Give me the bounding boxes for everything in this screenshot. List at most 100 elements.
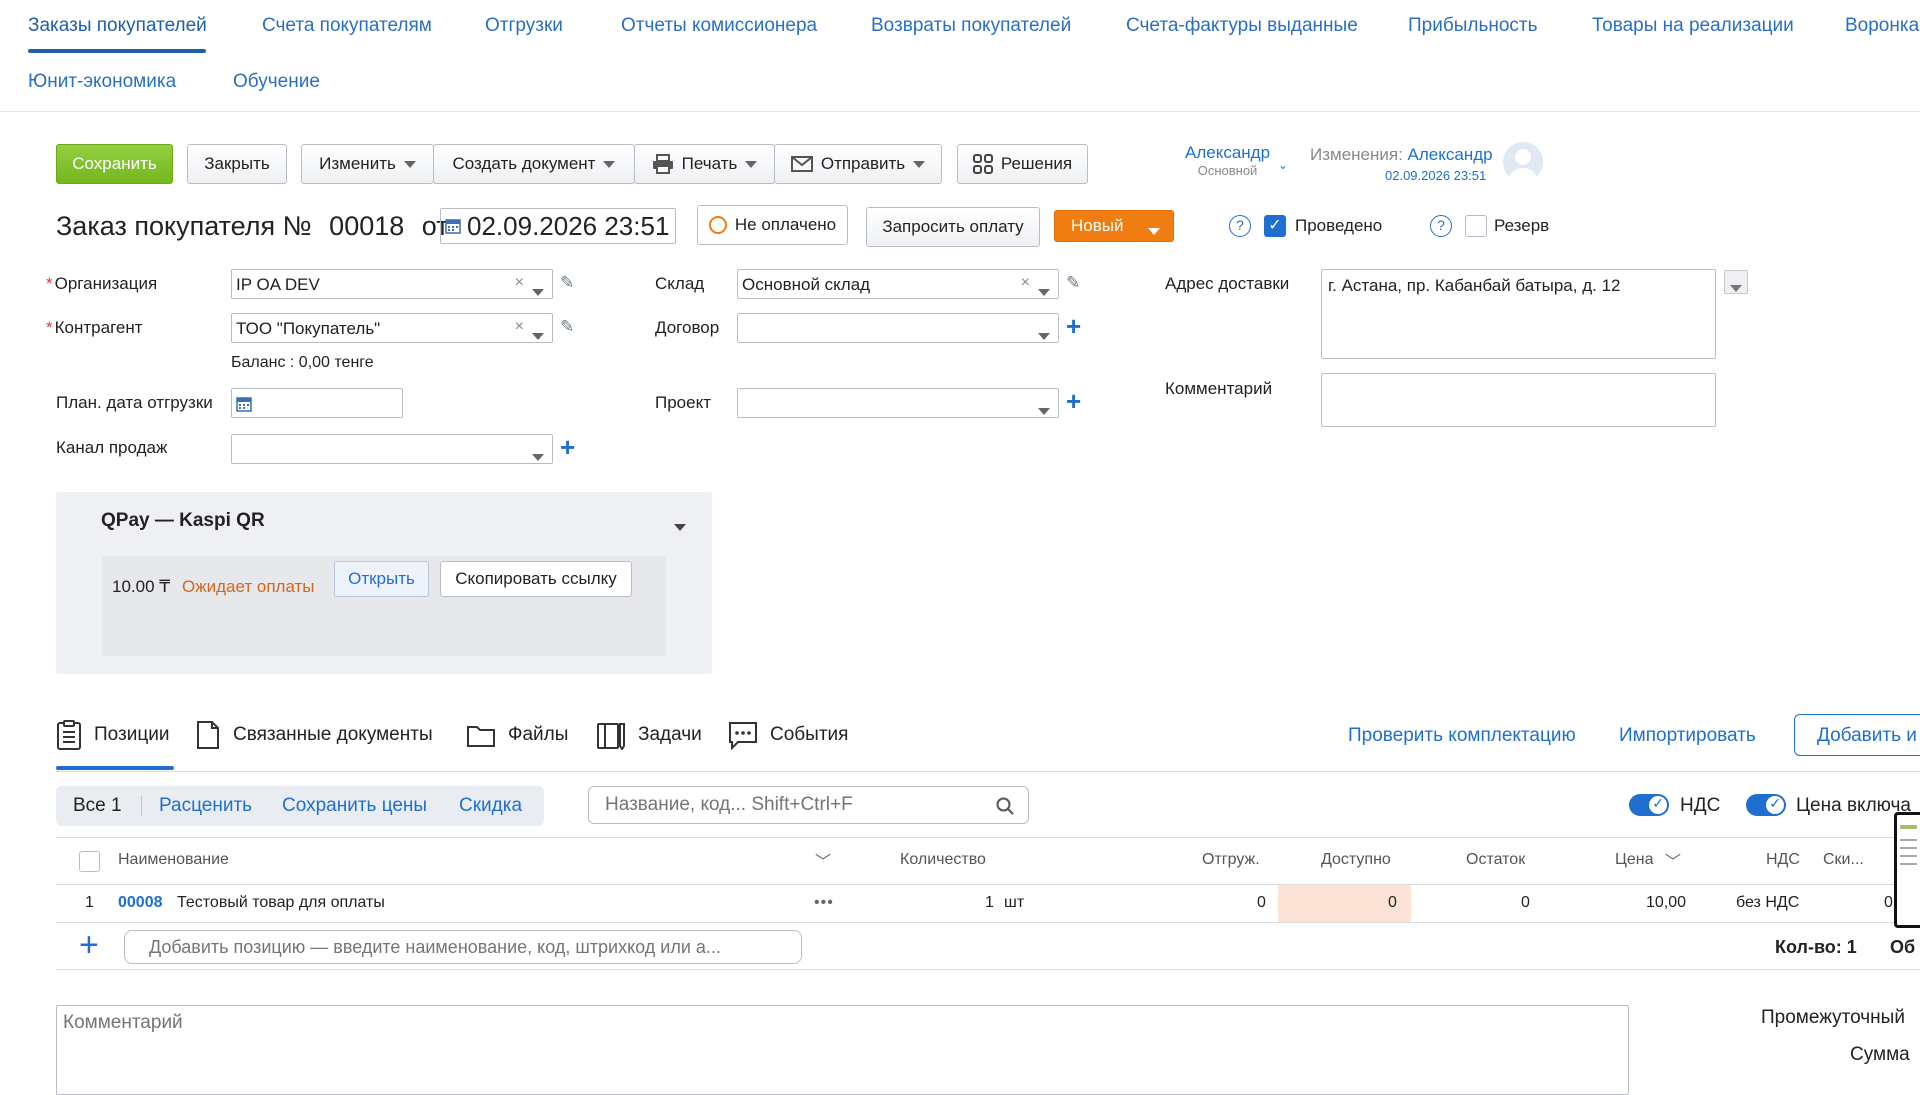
- chevron-down-icon[interactable]: [532, 325, 544, 342]
- reprice-link[interactable]: Расценить: [159, 795, 252, 817]
- calendar-icon[interactable]: [236, 396, 252, 412]
- nav-tab-customer-invoices[interactable]: Счета покупателям: [262, 15, 432, 37]
- clear-icon[interactable]: ×: [515, 318, 524, 336]
- send-button[interactable]: Отправить: [774, 144, 942, 184]
- counterparty-field[interactable]: ТОО "Покупатель" ×: [231, 313, 553, 343]
- changes-user-link[interactable]: Александр: [1408, 145, 1493, 164]
- chevron-down-icon[interactable]: [1148, 222, 1160, 240]
- reserve-checkbox[interactable]: [1465, 215, 1487, 237]
- add-sales-channel-icon[interactable]: +: [560, 434, 575, 460]
- help-icon[interactable]: ?: [1430, 215, 1452, 237]
- sales-channel-field[interactable]: [231, 434, 553, 464]
- add-item-button[interactable]: Добавить и: [1794, 714, 1920, 756]
- nav-tab-customer-returns[interactable]: Возвраты покупателей: [871, 15, 1071, 37]
- organization-field[interactable]: IP OA DEV ×: [231, 269, 553, 299]
- chevron-down-icon[interactable]: ⌄: [1278, 158, 1288, 172]
- comment-field[interactable]: [1321, 373, 1716, 427]
- column-header-shipped[interactable]: Отгруж.: [1202, 851, 1260, 869]
- state-selector[interactable]: Новый: [1054, 210, 1174, 242]
- select-all-checkbox[interactable]: [79, 851, 100, 872]
- price-includes-vat-toggle[interactable]: ✓: [1746, 794, 1786, 816]
- nav-tab-funnel[interactable]: Воронка: [1845, 15, 1919, 37]
- change-button[interactable]: Изменить: [301, 144, 434, 184]
- nav-tab-profitability[interactable]: Прибыльность: [1408, 15, 1538, 37]
- column-header-vat[interactable]: НДС: [1766, 851, 1800, 869]
- contract-field[interactable]: [737, 313, 1059, 343]
- chevron-down-icon[interactable]: ﹀: [1665, 848, 1681, 872]
- column-header-name[interactable]: Наименование: [118, 851, 229, 869]
- tab-files[interactable]: Файлы: [466, 720, 568, 750]
- owner-selector[interactable]: Александр Основной: [1185, 143, 1270, 178]
- add-project-icon[interactable]: +: [1066, 388, 1081, 414]
- document-preview-thumbnail[interactable]: [1894, 812, 1920, 928]
- tab-related-documents[interactable]: Связанные документы: [195, 720, 433, 750]
- column-header-quantity[interactable]: Количество: [900, 851, 986, 869]
- positions-search-input[interactable]: [603, 793, 983, 817]
- chevron-down-icon[interactable]: [1038, 281, 1050, 298]
- ship-date-field[interactable]: [231, 388, 403, 418]
- solutions-button[interactable]: Решения: [957, 144, 1088, 184]
- clear-icon[interactable]: ×: [515, 274, 524, 292]
- edit-pencil-icon[interactable]: ✎: [560, 317, 574, 337]
- search-icon[interactable]: [996, 797, 1014, 815]
- nav-tab-customer-orders[interactable]: Заказы покупателей: [28, 15, 207, 37]
- row-vat[interactable]: без НДС: [1736, 894, 1799, 912]
- avatar[interactable]: [1503, 142, 1543, 182]
- chevron-down-icon[interactable]: [1038, 325, 1050, 342]
- chevron-down-icon[interactable]: [532, 446, 544, 463]
- document-date-field[interactable]: 02.09.2026 23:51: [440, 208, 676, 244]
- collapse-caret-icon[interactable]: [674, 518, 686, 536]
- more-options-icon[interactable]: •••: [814, 894, 834, 912]
- tab-tasks[interactable]: Задачи: [596, 720, 702, 750]
- check-completeness-link[interactable]: Проверить комплектацию: [1348, 725, 1576, 747]
- save-button[interactable]: Сохранить: [56, 144, 173, 184]
- column-header-discount[interactable]: Ски...: [1823, 851, 1864, 869]
- tab-positions[interactable]: Позиции: [56, 720, 169, 750]
- edit-pencil-icon[interactable]: ✎: [1066, 273, 1080, 293]
- vat-toggle[interactable]: ✓: [1629, 794, 1669, 816]
- clear-icon[interactable]: ×: [1021, 274, 1030, 292]
- document-number[interactable]: 00018: [329, 211, 404, 241]
- save-prices-link[interactable]: Сохранить цены: [282, 795, 427, 817]
- add-position-plus-icon[interactable]: +: [79, 928, 99, 962]
- request-payment-button[interactable]: Запросить оплату: [866, 207, 1040, 247]
- nav-tab-consignment-goods[interactable]: Товары на реализации: [1592, 15, 1794, 37]
- nav-tab-shipments[interactable]: Отгрузки: [485, 15, 563, 37]
- add-contract-icon[interactable]: +: [1066, 313, 1081, 339]
- import-link[interactable]: Импортировать: [1619, 725, 1756, 747]
- nav-tab-unit-economics[interactable]: Юнит-экономика: [28, 71, 176, 93]
- chevron-down-icon[interactable]: [1038, 400, 1050, 417]
- nav-tab-issued-invoices[interactable]: Счета-фактуры выданные: [1126, 15, 1358, 37]
- column-header-available[interactable]: Доступно: [1321, 851, 1391, 869]
- chevron-down-icon[interactable]: [532, 281, 544, 298]
- qpay-open-button[interactable]: Открыть: [334, 561, 429, 597]
- product-name[interactable]: Тестовый товар для оплаты: [177, 894, 385, 912]
- column-header-remaining[interactable]: Остаток: [1466, 851, 1525, 869]
- row-discount[interactable]: 0: [1884, 894, 1893, 912]
- delivery-address-field[interactable]: [1321, 269, 1716, 359]
- edit-pencil-icon[interactable]: ✎: [560, 273, 574, 293]
- chevron-down-icon[interactable]: ﹀: [815, 848, 831, 872]
- column-header-price[interactable]: Цена: [1615, 851, 1653, 869]
- row-price[interactable]: 10,00: [1646, 894, 1686, 912]
- nav-tab-commission-reports[interactable]: Отчеты комиссионера: [621, 15, 817, 37]
- add-position-input[interactable]: [147, 936, 787, 958]
- close-button[interactable]: Закрыть: [187, 144, 287, 184]
- posted-checkbox[interactable]: ✓: [1264, 215, 1286, 237]
- qpay-copy-link-button[interactable]: Скопировать ссылку: [440, 561, 632, 597]
- positions-comment-field[interactable]: [56, 1005, 1629, 1095]
- print-button[interactable]: Печать: [634, 144, 775, 184]
- discount-link[interactable]: Скидка: [459, 795, 522, 817]
- filter-all[interactable]: Все 1: [73, 795, 122, 817]
- address-expand-button[interactable]: [1724, 270, 1748, 294]
- product-code-link[interactable]: 00008: [118, 894, 163, 912]
- create-document-button[interactable]: Создать документ: [433, 144, 635, 184]
- add-position-box[interactable]: [124, 930, 802, 964]
- nav-tab-training[interactable]: Обучение: [233, 71, 320, 93]
- help-icon[interactable]: ?: [1229, 215, 1251, 237]
- row-quantity[interactable]: 1: [985, 894, 994, 912]
- tab-events[interactable]: События: [728, 720, 848, 750]
- payment-status-button[interactable]: Не оплачено: [697, 205, 848, 245]
- project-field[interactable]: [737, 388, 1059, 418]
- warehouse-field[interactable]: Основной склад ×: [737, 269, 1059, 299]
